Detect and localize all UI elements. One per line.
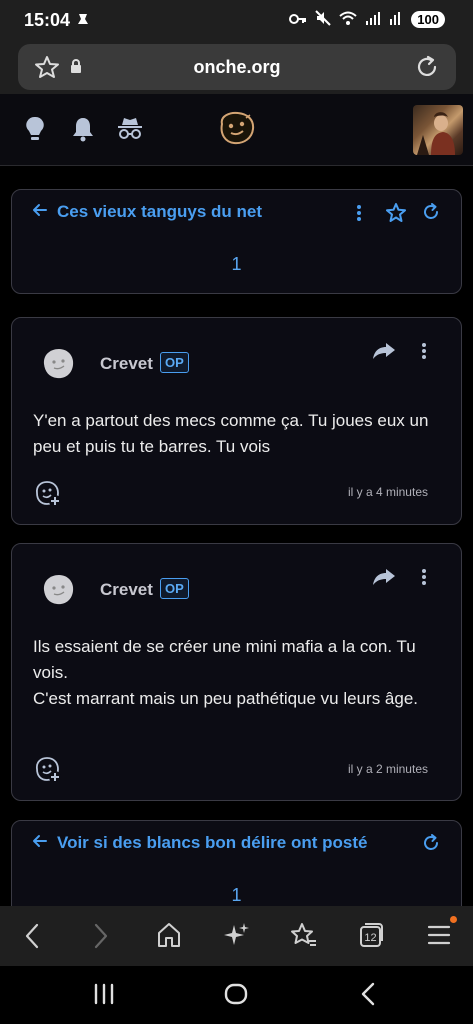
post-text-line: Ils essaient de se créer une mini mafia … — [33, 637, 416, 682]
page-number[interactable]: 1 — [12, 885, 461, 906]
add-reaction-icon[interactable] — [34, 756, 62, 789]
topic-content: Ces vieux tanguys du net 1 Crevet OP Y'e… — [0, 166, 473, 906]
address-bar[interactable]: onche.org — [18, 44, 456, 90]
post-body: Y'en a partout des mecs comme ça. Tu jou… — [33, 408, 443, 460]
status-bar: 15:04 100 — [0, 0, 473, 40]
op-badge: OP — [160, 578, 189, 599]
tabs-icon[interactable]: 12 — [357, 921, 385, 954]
sparkle-icon[interactable] — [223, 921, 251, 954]
post-text-line: Y'en a partout des mecs comme ça. Tu jou… — [33, 411, 429, 456]
reload-icon[interactable] — [414, 54, 440, 85]
notification-icon — [76, 11, 90, 32]
topic-title[interactable]: Ces vieux tanguys du net — [57, 202, 262, 222]
user-avatar[interactable] — [413, 105, 463, 155]
author-name[interactable]: Crevet — [100, 354, 153, 374]
vpn-key-icon — [289, 12, 307, 28]
topic-header-card: Ces vieux tanguys du net 1 — [11, 189, 462, 294]
menu-icon[interactable] — [427, 921, 451, 954]
post-timestamp: il y a 2 minutes — [347, 762, 428, 776]
battery-indicator: 100 — [411, 11, 445, 28]
post-timestamp: il y a 4 minutes — [347, 485, 428, 499]
refresh-icon[interactable] — [422, 203, 440, 226]
bell-icon[interactable] — [71, 116, 95, 147]
back-arrow-icon[interactable] — [32, 202, 48, 223]
share-icon[interactable] — [372, 342, 396, 365]
page-number[interactable]: 1 — [12, 254, 461, 275]
signal-icon — [365, 11, 381, 28]
more-vertical-icon[interactable] — [355, 204, 363, 227]
share-icon[interactable] — [372, 568, 396, 591]
url-text[interactable]: onche.org — [18, 57, 456, 78]
recents-icon[interactable] — [92, 980, 116, 1013]
system-nav-bar — [0, 966, 473, 1024]
forward-icon[interactable] — [91, 921, 111, 956]
add-reaction-icon[interactable] — [34, 480, 62, 513]
back-arrow-icon[interactable] — [32, 833, 48, 854]
mute-icon — [315, 10, 332, 29]
refresh-icon[interactable] — [422, 834, 440, 857]
site-header — [0, 94, 473, 166]
post-menu-icon[interactable] — [420, 342, 428, 365]
signal-r-icon — [389, 11, 403, 28]
author-name[interactable]: Crevet — [100, 580, 153, 600]
bookmarks-icon[interactable] — [290, 921, 318, 954]
incognito-icon[interactable] — [117, 116, 143, 147]
browser-toolbar: onche.org — [0, 40, 473, 94]
post-text-line: C'est marrant mais un peu pathétique vu … — [33, 689, 419, 708]
home-button-icon[interactable] — [222, 980, 250, 1013]
author-avatar[interactable] — [40, 572, 76, 608]
back-icon[interactable] — [22, 921, 42, 956]
browser-bottom-bar: 12 — [0, 906, 473, 966]
topic-title[interactable]: Voir si des blancs bon délire ont posté — [57, 833, 367, 853]
post-card: Crevet OP Y'en a partout des mecs comme … — [11, 317, 462, 525]
favorite-star-icon[interactable] — [386, 203, 406, 227]
post-menu-icon[interactable] — [420, 568, 428, 591]
author-avatar[interactable] — [40, 346, 76, 382]
post-body: Ils essaient de se créer une mini mafia … — [33, 634, 443, 712]
notification-dot — [450, 916, 457, 923]
onche-logo-icon[interactable] — [216, 110, 256, 146]
lightbulb-icon[interactable] — [24, 116, 46, 147]
home-icon[interactable] — [156, 921, 182, 954]
post-card: Crevet OP Ils essaient de se créer une m… — [11, 543, 462, 801]
status-time: 15:04 — [24, 10, 71, 30]
topic-footer-card: Voir si des blancs bon délire ont posté … — [11, 820, 462, 906]
status-icons: 100 — [289, 10, 445, 29]
op-badge: OP — [160, 352, 189, 373]
wifi-icon — [339, 11, 357, 28]
system-back-icon[interactable] — [356, 980, 380, 1013]
tab-count: 12 — [364, 932, 376, 944]
